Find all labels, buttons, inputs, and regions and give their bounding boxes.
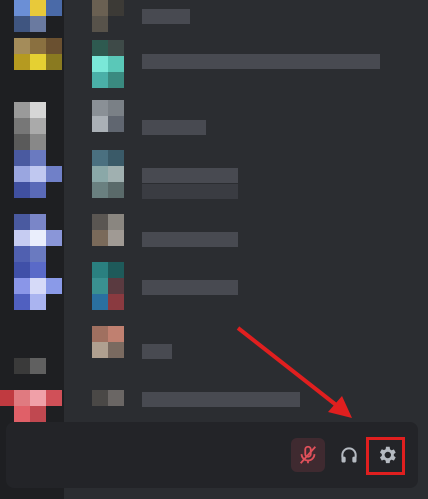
gear-icon (379, 446, 396, 464)
member-name (142, 392, 300, 407)
member-name (142, 168, 238, 183)
avatar (92, 214, 124, 246)
avatar (92, 40, 124, 88)
list-item[interactable] (78, 214, 408, 247)
member-name (142, 280, 238, 295)
avatar (92, 100, 124, 132)
list-item[interactable] (78, 40, 408, 88)
list-item[interactable] (78, 262, 408, 310)
mute-button[interactable] (291, 438, 325, 472)
list-item[interactable] (78, 150, 408, 199)
member-name (142, 120, 206, 135)
user-panel (6, 422, 418, 488)
list-item[interactable] (78, 326, 408, 359)
list-item[interactable] (78, 390, 408, 420)
member-name (142, 344, 172, 359)
avatar (92, 0, 124, 32)
list-item[interactable] (78, 0, 408, 32)
settings-button[interactable] (370, 438, 404, 472)
member-name (142, 54, 380, 69)
avatar (92, 390, 124, 422)
member-status (142, 184, 238, 199)
avatar (92, 326, 124, 358)
list-item[interactable] (78, 100, 408, 135)
member-name (142, 232, 238, 247)
mic-muted-icon (299, 445, 317, 464)
avatar (92, 262, 124, 310)
member-name (142, 9, 190, 24)
avatar (92, 150, 124, 198)
headphones-icon (341, 447, 357, 463)
deafen-button[interactable] (332, 438, 366, 472)
